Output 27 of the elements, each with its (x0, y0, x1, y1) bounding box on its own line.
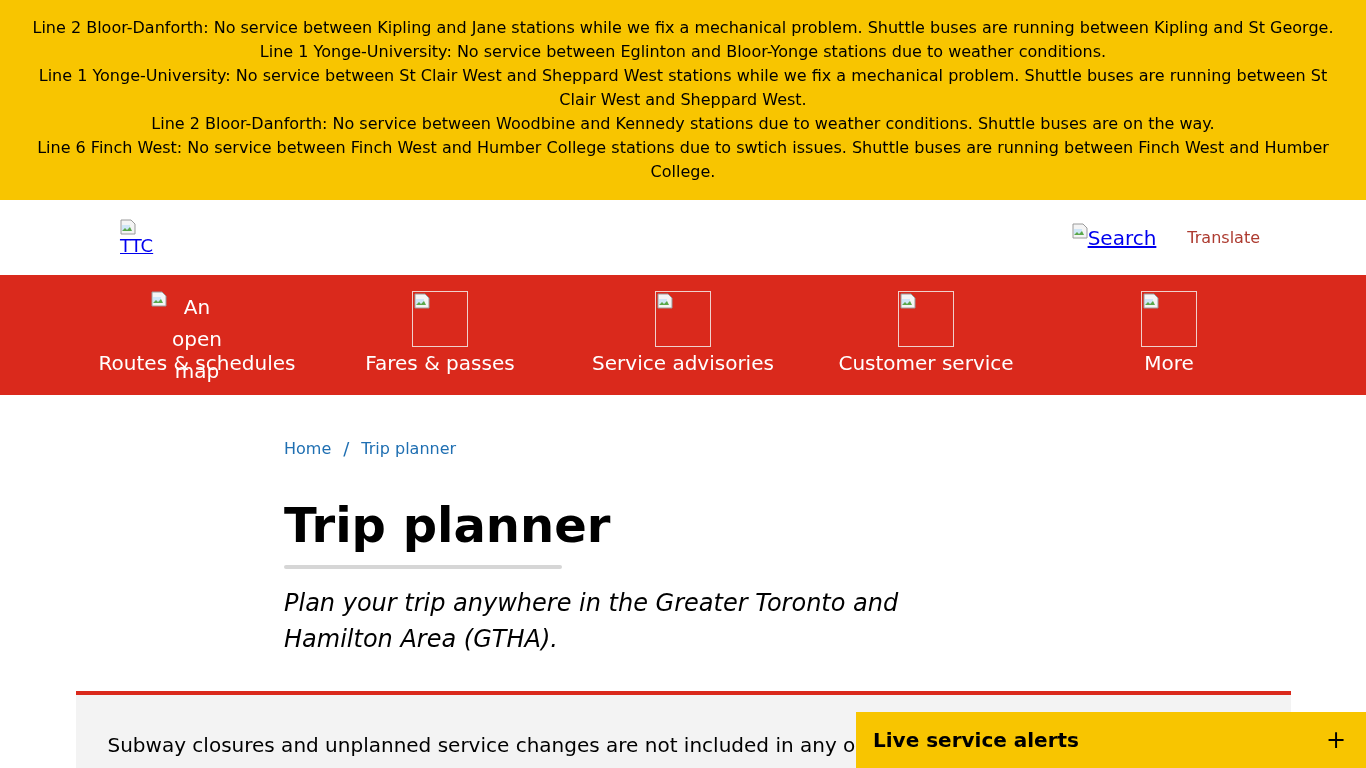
broken-image-icon (151, 291, 167, 307)
broken-image-icon (1071, 222, 1088, 239)
alert-message: Line 2 Bloor-Danforth: No service between Kipling and Jane stations while we fix a mechanical problem. Shuttle buses are running between Kipling and St George. (31, 17, 1335, 39)
alert-message: Line 1 Yonge-University: No service between Eglinton and Bloor-Yonge stations due to weather conditions. (258, 41, 1108, 63)
nav-link[interactable]: Fares & passes (318, 291, 562, 375)
breadcrumb-separator: / (343, 437, 350, 461)
notice-text: Subway closures and unplanned service changes are not included in any o (107, 732, 856, 758)
breadcrumb-link[interactable]: Home (284, 437, 332, 461)
page-title: Trip planner (284, 497, 611, 553)
live-alerts-title: Live service alerts (873, 727, 1079, 753)
broken-image-icon (900, 293, 916, 309)
breadcrumb-link[interactable]: Trip planner (361, 437, 457, 461)
page-intro: Plan your trip anywhere in the Greater Toronto and Hamilton Area (GTHA). (284, 588, 900, 655)
broken-image-icon (1143, 293, 1159, 309)
alert-message: Line 2 Bloor-Danforth: No service between Woodbine and Kennedy stations due to weather conditions. Shuttle buses are on the way. (150, 113, 1216, 135)
nav-link[interactable]: More (1047, 291, 1291, 375)
nav-link[interactable]: Customer service (804, 291, 1048, 375)
logo-link[interactable]: TTC (120, 218, 154, 257)
alert-message: Line 1 Yonge-University: No service between St Clair West and Sheppard West stations while we fix a mechanical problem. Shuttle buses are running between St Clair West and Sheppard West. (37, 65, 1329, 111)
nav-link[interactable]: Service advisories (561, 291, 805, 375)
broken-image-icon (657, 293, 673, 309)
search-link[interactable]: Search (1071, 224, 1157, 251)
translate-link[interactable]: Translate (1187, 227, 1260, 248)
broken-image-icon (414, 293, 430, 309)
broken-image-icon (120, 218, 136, 235)
alert-message: Line 6 Finch West: No service between Finch West and Humber College stations due to swtich issues. Shuttle buses are running between Finch West and Humber College. (36, 137, 1330, 183)
expand-button[interactable]: + (1325, 728, 1346, 752)
